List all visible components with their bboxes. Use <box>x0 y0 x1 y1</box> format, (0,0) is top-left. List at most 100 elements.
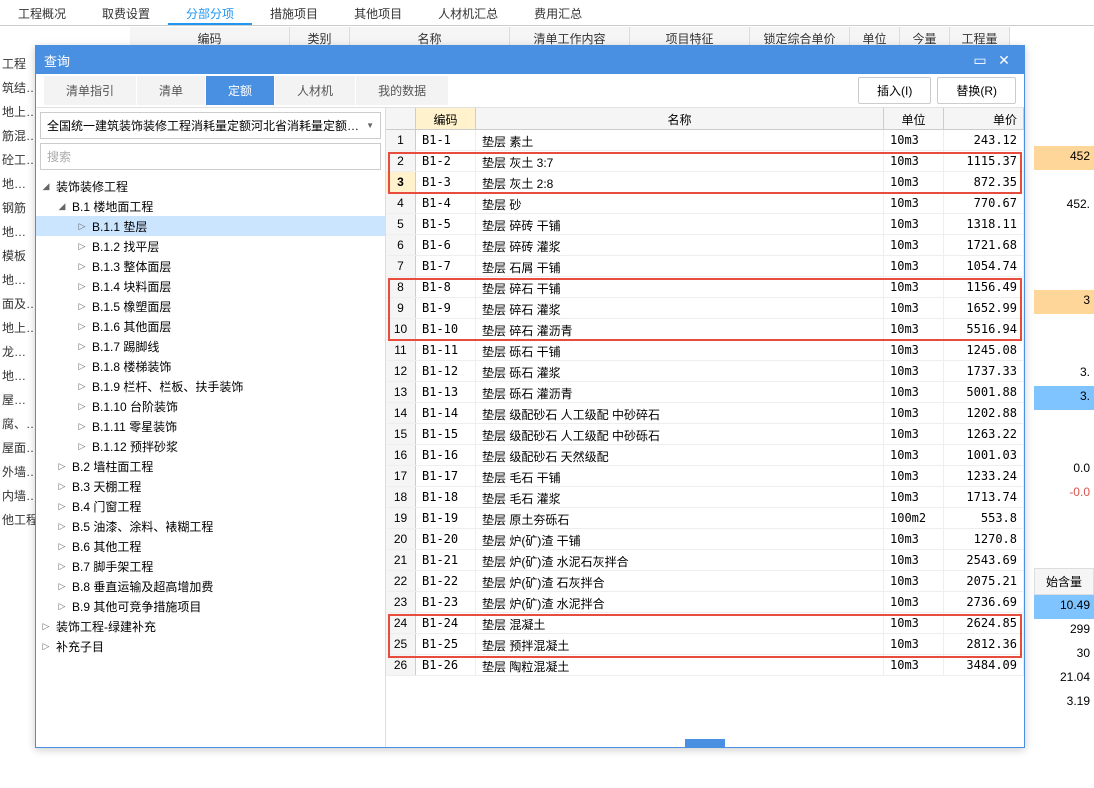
expand-right-icon[interactable]: ▷ <box>76 300 88 312</box>
search-input[interactable]: 搜索 <box>40 143 381 170</box>
expand-right-icon[interactable]: ▷ <box>76 340 88 352</box>
left-side-item[interactable]: 屋面… <box>0 434 35 458</box>
replace-button[interactable]: 替换(R) <box>937 77 1016 104</box>
tree-item[interactable]: ▷B.1.5 橡塑面层 <box>36 296 385 316</box>
main-tab-5[interactable]: 人材机汇总 <box>420 0 516 25</box>
table-row[interactable]: 8B1-8垫层 碎石 干铺10m31156.49 <box>386 277 1024 298</box>
left-side-item[interactable]: 模板 <box>0 242 35 266</box>
close-icon[interactable]: ✕ <box>992 50 1016 70</box>
expand-right-icon[interactable]: ▷ <box>76 280 88 292</box>
dialog-tab-0[interactable]: 清单指引 <box>44 76 136 105</box>
tree-item[interactable]: ▷B.1.8 楼梯装饰 <box>36 356 385 376</box>
expand-down-icon[interactable]: ◢ <box>56 200 68 212</box>
dialog-tab-2[interactable]: 定额 <box>206 76 274 105</box>
main-tab-0[interactable]: 工程概况 <box>0 0 84 25</box>
left-side-item[interactable]: 面及… <box>0 290 35 314</box>
left-side-item[interactable]: 钢筋 <box>0 194 35 218</box>
main-tab-2[interactable]: 分部分项 <box>168 0 252 25</box>
insert-button[interactable]: 插入(I) <box>858 77 931 104</box>
expand-right-icon[interactable]: ▷ <box>76 440 88 452</box>
table-row[interactable]: 9B1-9垫层 碎石 灌浆10m31652.99 <box>386 298 1024 319</box>
table-row[interactable]: 21B1-21垫层 炉(矿)渣 水泥石灰拌合10m32543.69 <box>386 550 1024 571</box>
left-side-item[interactable]: 地上… <box>0 98 35 122</box>
col-code[interactable]: 编码 <box>416 108 476 129</box>
tree-item[interactable]: ▷B.1.9 栏杆、栏板、扶手装饰 <box>36 376 385 396</box>
col-price[interactable]: 单价 <box>944 108 1024 129</box>
tree-item[interactable]: ▷B.1.12 预拌砂浆 <box>36 436 385 456</box>
tree-item[interactable]: ▷B.1.10 台阶装饰 <box>36 396 385 416</box>
tree-item[interactable]: ▷B.8 垂直运输及超高增加费 <box>36 576 385 596</box>
left-side-item[interactable]: 地… <box>0 362 35 386</box>
tree-item[interactable]: ▷装饰工程-绿建补充 <box>36 616 385 636</box>
tree-item[interactable]: ▷补充子目 <box>36 636 385 656</box>
tree-item[interactable]: ▷B.1.7 踢脚线 <box>36 336 385 356</box>
table-row[interactable]: 25B1-25垫层 预拌混凝土10m32812.36 <box>386 634 1024 655</box>
table-row[interactable]: 19B1-19垫层 原土夯砾石100m2553.8 <box>386 508 1024 529</box>
table-row[interactable]: 17B1-17垫层 毛石 干铺10m31233.24 <box>386 466 1024 487</box>
maximize-icon[interactable]: ▭ <box>968 50 992 70</box>
table-row[interactable]: 22B1-22垫层 炉(矿)渣 石灰拌合10m32075.21 <box>386 571 1024 592</box>
expand-right-icon[interactable]: ▷ <box>56 480 68 492</box>
table-row[interactable]: 7B1-7垫层 石屑 干铺10m31054.74 <box>386 256 1024 277</box>
table-row[interactable]: 20B1-20垫层 炉(矿)渣 干铺10m31270.8 <box>386 529 1024 550</box>
tree-item[interactable]: ▷B.1.6 其他面层 <box>36 316 385 336</box>
col-unit[interactable]: 单位 <box>884 108 944 129</box>
table-row[interactable]: 24B1-24垫层 混凝土10m32624.85 <box>386 613 1024 634</box>
expand-right-icon[interactable]: ▷ <box>56 520 68 532</box>
left-side-item[interactable]: 筋混… <box>0 122 35 146</box>
left-side-item[interactable]: 外墙… <box>0 458 35 482</box>
main-tab-1[interactable]: 取费设置 <box>84 0 168 25</box>
expand-right-icon[interactable]: ▷ <box>76 380 88 392</box>
tree-item[interactable]: ▷B.6 其他工程 <box>36 536 385 556</box>
expand-right-icon[interactable]: ▷ <box>56 460 68 472</box>
left-side-item[interactable]: 地… <box>0 218 35 242</box>
tree-item[interactable]: ▷B.1.4 块料面层 <box>36 276 385 296</box>
left-side-item[interactable]: 腐、… <box>0 410 35 434</box>
table-row[interactable]: 14B1-14垫层 级配砂石 人工级配 中砂碎石10m31202.88 <box>386 403 1024 424</box>
tree-item[interactable]: ▷B.1.3 整体面层 <box>36 256 385 276</box>
table-row[interactable]: 6B1-6垫层 碎砖 灌浆10m31721.68 <box>386 235 1024 256</box>
left-side-item[interactable]: 砼工… <box>0 146 35 170</box>
table-row[interactable]: 23B1-23垫层 炉(矿)渣 水泥拌合10m32736.69 <box>386 592 1024 613</box>
left-side-item[interactable]: 他工程 <box>0 506 35 530</box>
tree-item[interactable]: ▷B.1.2 找平层 <box>36 236 385 256</box>
expand-right-icon[interactable]: ▷ <box>76 220 88 232</box>
dialog-tab-3[interactable]: 人材机 <box>275 76 355 105</box>
tree-item[interactable]: ▷B.9 其他可竞争措施项目 <box>36 596 385 616</box>
expand-right-icon[interactable]: ▷ <box>56 560 68 572</box>
left-side-item[interactable]: 地上… <box>0 314 35 338</box>
table-row[interactable]: 11B1-11垫层 砾石 干铺10m31245.08 <box>386 340 1024 361</box>
table-row[interactable]: 16B1-16垫层 级配砂石 天然级配10m31001.03 <box>386 445 1024 466</box>
tree-item[interactable]: ▷B.7 脚手架工程 <box>36 556 385 576</box>
left-side-item[interactable]: 龙… <box>0 338 35 362</box>
dialog-titlebar[interactable]: 查询 ▭ ✕ <box>36 46 1024 74</box>
expand-right-icon[interactable]: ▷ <box>56 600 68 612</box>
tree-item[interactable]: ▷B.3 天棚工程 <box>36 476 385 496</box>
col-name[interactable]: 名称 <box>476 108 884 129</box>
table-row[interactable]: 13B1-13垫层 砾石 灌沥青10m35001.88 <box>386 382 1024 403</box>
table-row[interactable]: 2B1-2垫层 灰土 3:710m31115.37 <box>386 151 1024 172</box>
tree-item[interactable]: ◢B.1 楼地面工程 <box>36 196 385 216</box>
table-row[interactable]: 1B1-1垫层 素土10m3243.12 <box>386 130 1024 151</box>
expand-right-icon[interactable]: ▷ <box>76 320 88 332</box>
table-row[interactable]: 12B1-12垫层 砾石 灌浆10m31737.33 <box>386 361 1024 382</box>
expand-right-icon[interactable]: ▷ <box>56 540 68 552</box>
tree-item[interactable]: ▷B.4 门窗工程 <box>36 496 385 516</box>
tree-item[interactable]: ▷B.1.11 零星装饰 <box>36 416 385 436</box>
expand-right-icon[interactable]: ▷ <box>56 580 68 592</box>
tree-item[interactable]: ▷B.1.1 垫层 <box>36 216 385 236</box>
expand-right-icon[interactable]: ▷ <box>76 400 88 412</box>
main-tab-3[interactable]: 措施项目 <box>252 0 336 25</box>
expand-down-icon[interactable]: ◢ <box>40 180 52 192</box>
dialog-tab-4[interactable]: 我的数据 <box>356 76 448 105</box>
tree-item[interactable]: ◢装饰装修工程 <box>36 176 385 196</box>
tree-item[interactable]: ▷B.2 墙柱面工程 <box>36 456 385 476</box>
left-side-item[interactable]: 地… <box>0 266 35 290</box>
expand-right-icon[interactable]: ▷ <box>40 620 52 632</box>
expand-right-icon[interactable]: ▷ <box>56 500 68 512</box>
left-side-item[interactable]: 地… <box>0 170 35 194</box>
left-side-item[interactable]: 工程 <box>0 50 35 74</box>
left-side-item[interactable]: 内墙… <box>0 482 35 506</box>
left-side-item[interactable]: 屋… <box>0 386 35 410</box>
dialog-tab-1[interactable]: 清单 <box>137 76 205 105</box>
